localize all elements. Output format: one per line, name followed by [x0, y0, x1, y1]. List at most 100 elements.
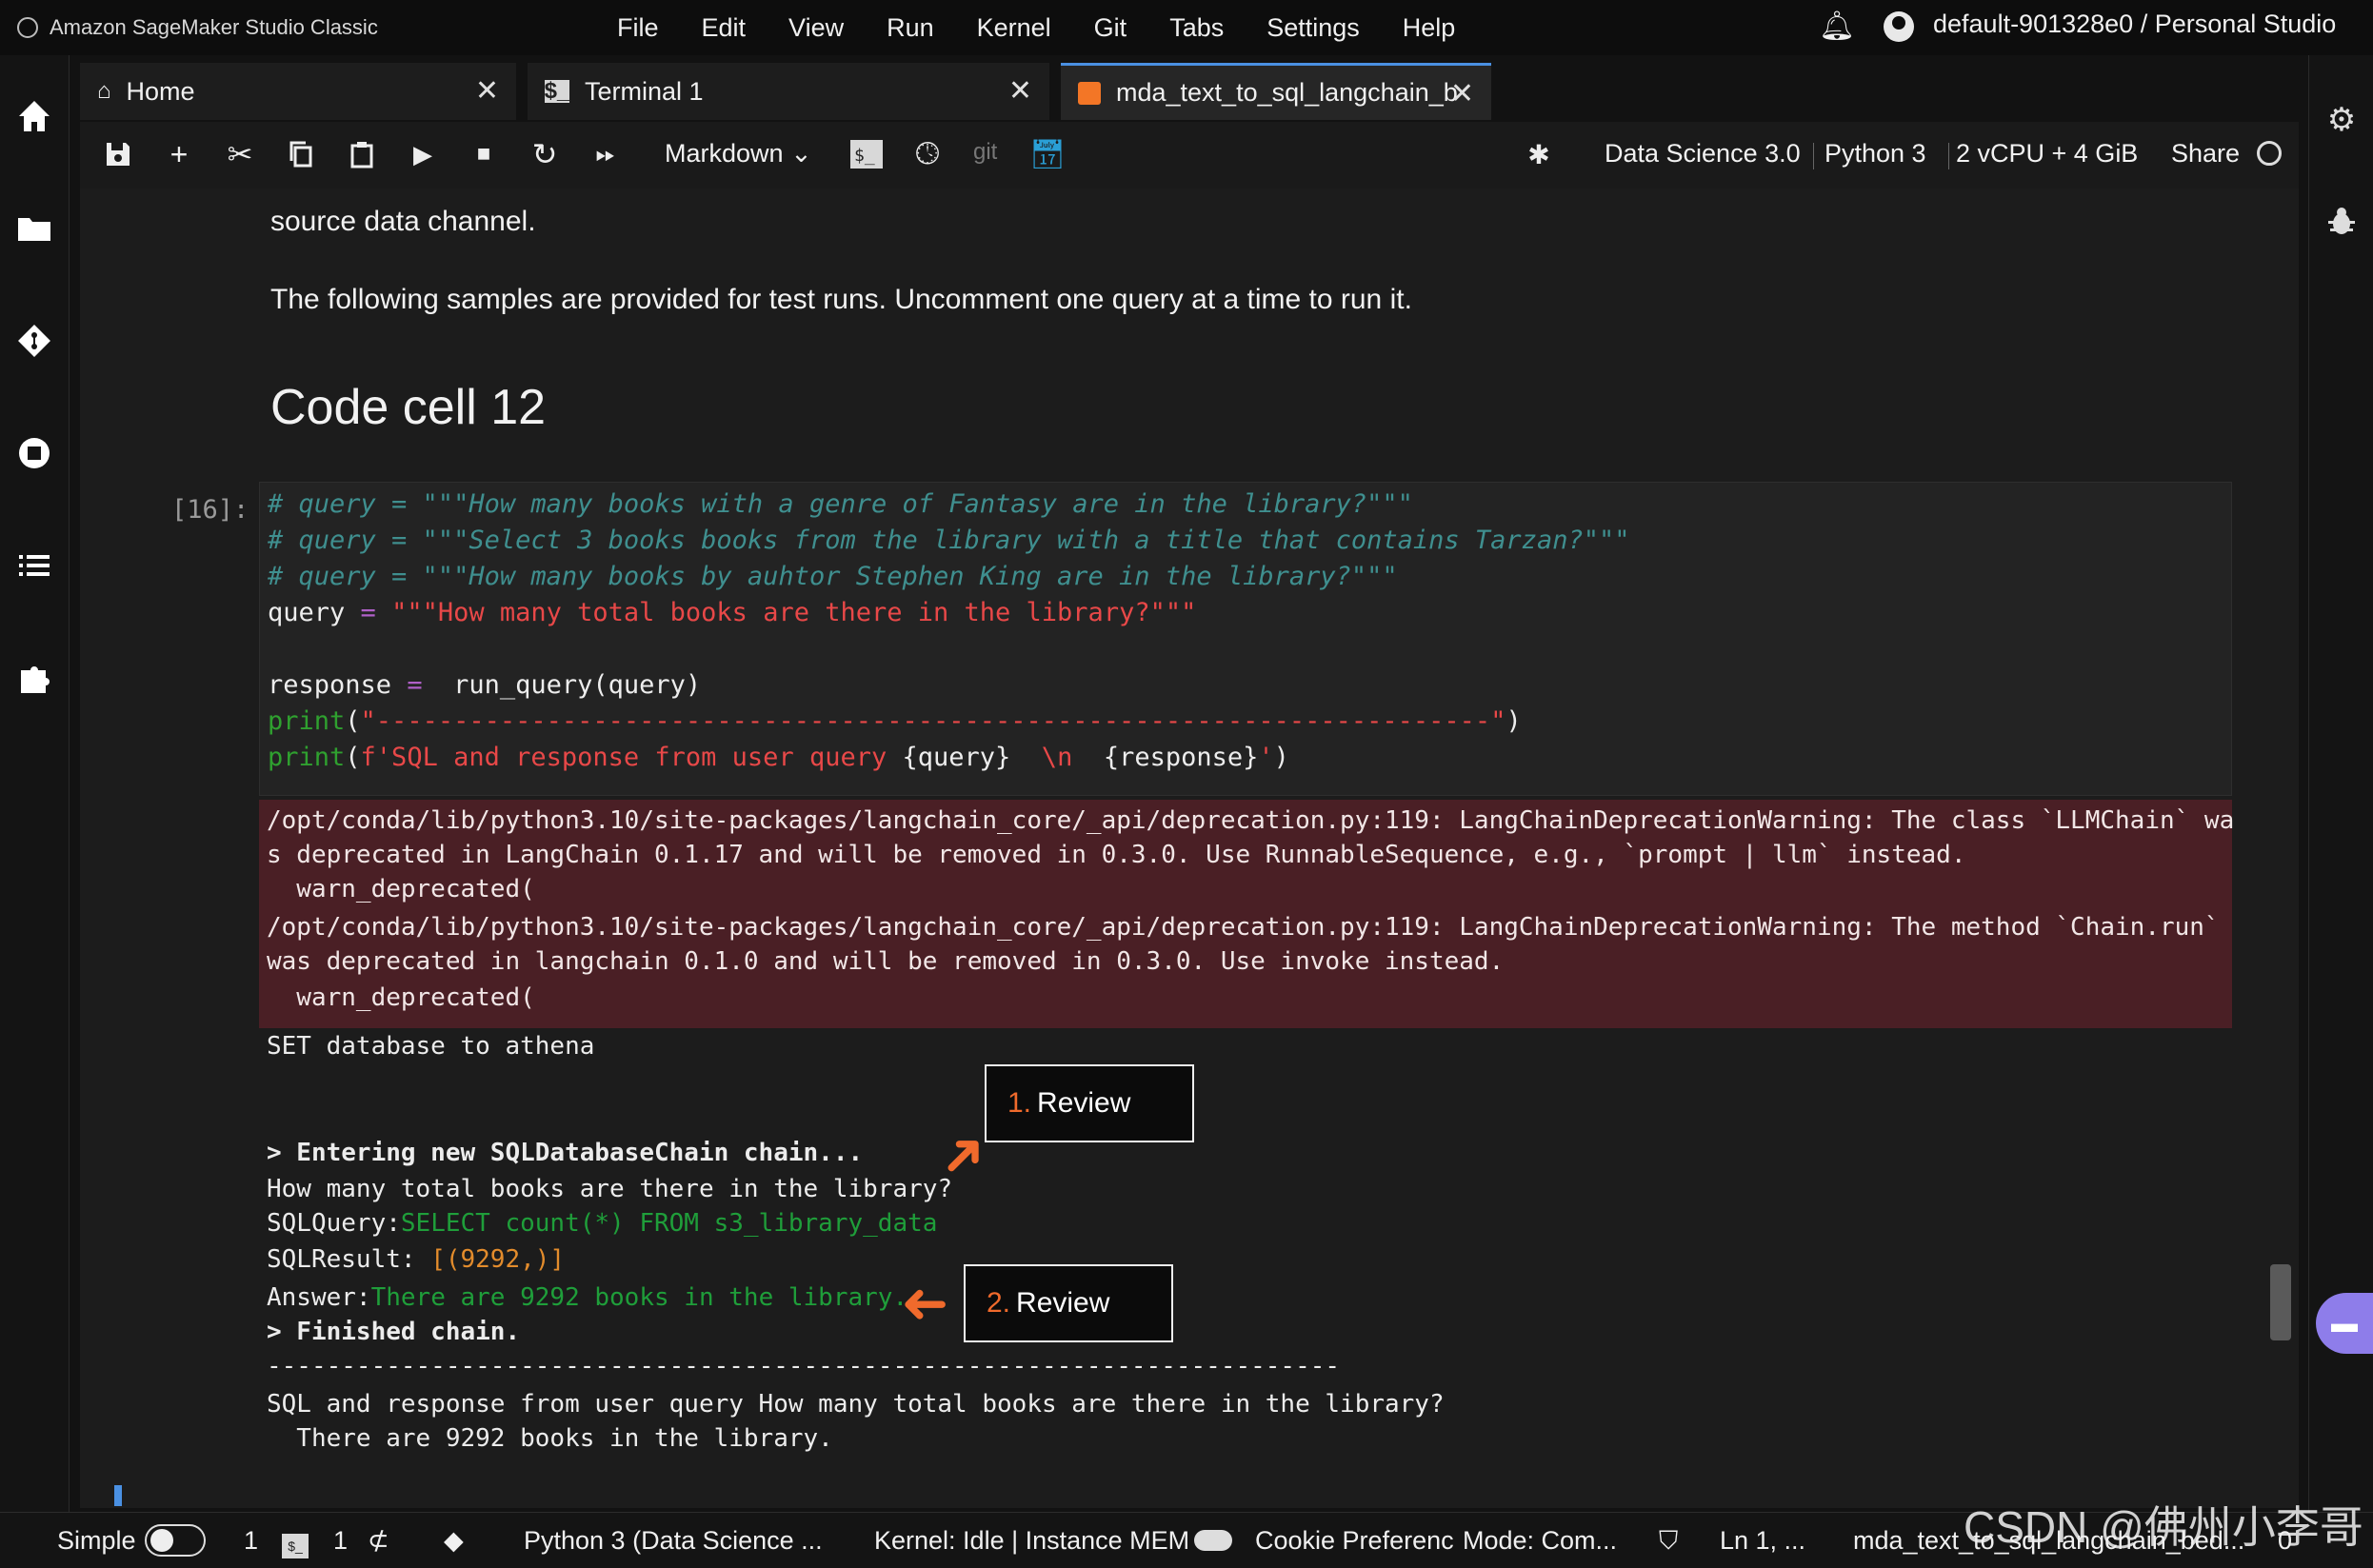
- shield-icon[interactable]: ⛉: [1659, 1526, 1678, 1557]
- debugger-icon[interactable]: ✱: [1518, 133, 1560, 175]
- tab-home-label: Home: [126, 76, 195, 106]
- app-title: Amazon SageMaker Studio Classic: [50, 15, 378, 39]
- save-icon[interactable]: [97, 133, 139, 175]
- scrollbar-thumb[interactable]: [2270, 1264, 2291, 1340]
- code-token: =: [407, 670, 423, 700]
- cell-type-dropdown[interactable]: Markdown ⌄: [665, 139, 812, 169]
- schedule-calendar-icon[interactable]: 📅︎: [1027, 133, 1068, 175]
- edit-mode-status[interactable]: Mode: Com...: [1463, 1526, 1617, 1556]
- stderr-line: warn_deprecated(: [267, 875, 535, 903]
- callout-number: 1.: [1007, 1087, 1032, 1119]
- callout-text: Review: [1037, 1087, 1131, 1119]
- kernel-idle-status[interactable]: Kernel: Idle | Instance MEM: [874, 1526, 1189, 1556]
- run-all-icon[interactable]: ⏩︎: [585, 133, 627, 175]
- simple-mode-toggle[interactable]: [145, 1524, 206, 1557]
- terminal-status-icon[interactable]: $_: [282, 1528, 309, 1558]
- debugger-bug-icon[interactable]: [2323, 206, 2361, 244]
- close-tab-icon[interactable]: ✕: [1008, 74, 1032, 108]
- terminal-launch-icon[interactable]: $_: [846, 133, 887, 175]
- share-button[interactable]: Share: [2171, 139, 2240, 169]
- execution-count: [16]:: [171, 495, 249, 525]
- sql-query-label: SQLQuery:: [267, 1209, 401, 1238]
- menu-kernel[interactable]: Kernel: [977, 13, 1051, 43]
- code-token: print: [268, 706, 346, 736]
- callout-number: 2.: [987, 1287, 1011, 1319]
- code-cell-input[interactable]: # query = """How many books with a genre…: [259, 482, 2232, 796]
- kernel-name-status[interactable]: Python 3 (Data Science ...: [524, 1526, 823, 1556]
- image-name[interactable]: Data Science 3.0: [1605, 139, 1801, 169]
- stdout-line: SQLQuery:SELECT count(*) FROM s3_library…: [267, 1209, 937, 1238]
- git-diff-button[interactable]: git: [973, 139, 997, 166]
- copy-icon[interactable]: [280, 133, 322, 175]
- cookie-preferences-link[interactable]: Cookie Preferenc: [1255, 1526, 1454, 1556]
- tab-notebook[interactable]: mda_text_to_sql_langchain_b ✕: [1061, 63, 1491, 120]
- instance-type[interactable]: 2 vCPU + 4 GiB: [1956, 139, 2138, 169]
- cell-heading: Code cell 12: [270, 380, 547, 435]
- count-badge[interactable]: 1: [333, 1526, 348, 1556]
- terminal-icon: $_: [544, 78, 570, 104]
- markdown-text: The following samples are provided for t…: [270, 284, 1412, 315]
- close-tab-icon[interactable]: ✕: [475, 74, 499, 108]
- menu-settings[interactable]: Settings: [1266, 13, 1360, 43]
- table-of-contents-icon[interactable]: [13, 545, 55, 586]
- user-name[interactable]: default-901328e0 / Personal Studio: [1933, 10, 2336, 39]
- file-browser-icon[interactable]: [13, 208, 55, 249]
- clock-history-icon[interactable]: 🕓︎: [907, 133, 948, 175]
- kernel-name[interactable]: Python 3: [1825, 139, 1926, 169]
- notebook-panel: source data channel. The following sampl…: [80, 189, 2299, 1508]
- tab-terminal[interactable]: $_ Terminal 1 ✕: [528, 63, 1049, 120]
- separator: [1948, 143, 1949, 169]
- menu-run[interactable]: Run: [887, 13, 934, 43]
- kernel-status-icon[interactable]: ⊄: [368, 1526, 389, 1556]
- instance-mem-toggle[interactable]: [1194, 1530, 1232, 1551]
- stdout-line: SQLResult: [(9292,)]: [267, 1245, 565, 1274]
- code-token: query: [268, 598, 361, 627]
- stdout-line: ----------------------------------------…: [267, 1352, 1341, 1380]
- git-icon[interactable]: [13, 320, 55, 362]
- running-kernels-icon[interactable]: [13, 432, 55, 474]
- home-icon[interactable]: [13, 95, 55, 137]
- menu-file[interactable]: File: [617, 13, 659, 43]
- add-cell-icon[interactable]: +: [158, 133, 200, 175]
- tab-terminal-label: Terminal 1: [585, 76, 704, 106]
- chat-assistant-icon[interactable]: ▬: [2316, 1293, 2373, 1354]
- interrupt-kernel-icon[interactable]: ■: [463, 133, 505, 175]
- review-callout-1: 1. Review: [985, 1064, 1194, 1142]
- menu-view[interactable]: View: [788, 13, 844, 43]
- code-token: ): [1506, 706, 1522, 736]
- markdown-text: source data channel.: [270, 206, 536, 237]
- menu-git[interactable]: Git: [1094, 13, 1127, 43]
- code-token: {response}: [1103, 743, 1259, 772]
- code-line: # query = """Select 3 books books from t…: [268, 526, 1630, 555]
- answer-value: There are 9292 books in the library.: [370, 1283, 908, 1312]
- review-callout-2: 2. Review: [964, 1264, 1173, 1342]
- tab-home[interactable]: ⌂ Home ✕: [80, 63, 516, 120]
- stdout-line: SET database to athena: [267, 1032, 595, 1061]
- code-line: # query = """How many books by auhtor St…: [268, 562, 1398, 591]
- code-token: print: [268, 743, 346, 772]
- active-cell-indicator: [114, 1485, 122, 1506]
- notification-bell-icon[interactable]: 🔔︎: [1819, 10, 1855, 43]
- run-cell-icon[interactable]: ▶: [402, 133, 444, 175]
- property-inspector-gears-icon[interactable]: ⚙: [2323, 101, 2361, 139]
- menu-help[interactable]: Help: [1403, 13, 1456, 43]
- menu-tabs[interactable]: Tabs: [1169, 13, 1224, 43]
- notebook-icon: [1078, 81, 1101, 105]
- menu-edit[interactable]: Edit: [702, 13, 747, 43]
- restart-kernel-icon[interactable]: ↻: [524, 133, 566, 175]
- stderr-line: /opt/conda/lib/python3.10/site-packages/…: [267, 806, 2235, 835]
- close-tab-icon[interactable]: ✕: [1450, 77, 1474, 110]
- cut-icon[interactable]: ✂: [219, 133, 261, 175]
- user-avatar-icon[interactable]: [1884, 11, 1914, 42]
- tab-notebook-label: mda_text_to_sql_langchain_b: [1116, 78, 1458, 107]
- code-token: "---------------------------------------…: [360, 706, 1506, 736]
- code-token: response: [268, 670, 408, 700]
- paste-icon[interactable]: [341, 133, 383, 175]
- git-status-icon[interactable]: ◆: [444, 1526, 464, 1556]
- extension-puzzle-icon[interactable]: [13, 657, 55, 699]
- stdout-line: How many total books are there in the li…: [267, 1175, 953, 1203]
- code-line: # query = """How many books with a genre…: [268, 489, 1413, 519]
- cursor-position[interactable]: Ln 1, ...: [1720, 1526, 1805, 1556]
- count-badge[interactable]: 1: [244, 1526, 258, 1556]
- callout-arrow-icon: ➜: [901, 1271, 949, 1335]
